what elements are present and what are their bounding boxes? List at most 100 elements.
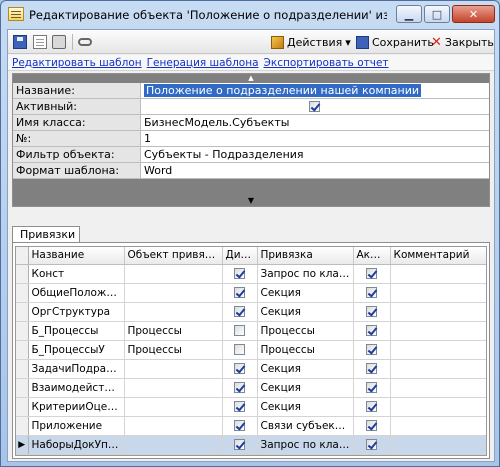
cell-active[interactable]: [353, 397, 391, 417]
cell-comment[interactable]: [390, 340, 486, 360]
cell-name[interactable]: Б_ПроцессыУ: [28, 340, 125, 360]
cell-comment[interactable]: [390, 359, 486, 379]
cell-dynamic[interactable]: [222, 454, 258, 455]
table-row[interactable]: ЗадачиПодразде... Секция: [16, 359, 486, 379]
property-value[interactable]: Положение о подразделении нашей компании: [141, 83, 489, 98]
cell-name[interactable]: КритерииОценки: [28, 397, 125, 417]
column-header-object[interactable]: Объект привязки: [124, 247, 223, 265]
cell-binding[interactable]: Секция: [257, 359, 354, 379]
dynamic-checkbox[interactable]: [234, 401, 245, 412]
active-checkbox[interactable]: [366, 325, 377, 336]
active-checkbox[interactable]: [366, 268, 377, 279]
cell-active[interactable]: [353, 283, 391, 303]
active-checkbox[interactable]: [366, 363, 377, 374]
cell-dynamic[interactable]: [222, 435, 258, 455]
cell-binding[interactable]: [257, 454, 354, 455]
row-header[interactable]: [16, 416, 29, 436]
column-header-binding[interactable]: Привязка: [257, 247, 354, 265]
link-icon[interactable]: [78, 38, 92, 46]
export-report-link[interactable]: Экспортировать отчет: [264, 57, 389, 69]
table-row[interactable]: Б_ПроцессыУ Процессы Процессы: [16, 340, 486, 360]
cell-object[interactable]: [124, 359, 223, 379]
table-row[interactable]: Приложение Связи субъекта п...: [16, 416, 486, 436]
cell-active[interactable]: [353, 454, 391, 455]
table-row[interactable]: Б_Процессы Процессы Процессы: [16, 321, 486, 341]
table-row[interactable]: КритерииОценки Секция: [16, 397, 486, 417]
dynamic-checkbox[interactable]: [234, 325, 245, 336]
edit-template-link[interactable]: Редактировать шаблон: [12, 57, 142, 69]
row-header[interactable]: [16, 302, 29, 322]
close-button[interactable]: ✕ Закрыть: [431, 34, 494, 51]
cell-object[interactable]: Процессы: [124, 321, 223, 341]
cell-comment[interactable]: [390, 416, 486, 436]
print-icon[interactable]: [52, 35, 66, 49]
cell-comment[interactable]: [390, 264, 486, 284]
cell-comment[interactable]: [390, 378, 486, 398]
dynamic-checkbox[interactable]: [234, 363, 245, 374]
actions-button[interactable]: Действия ▾: [271, 34, 351, 51]
cell-name[interactable]: Приложение: [28, 416, 125, 436]
cell-dynamic[interactable]: [222, 416, 258, 436]
cell-object[interactable]: [124, 264, 223, 284]
cell-comment[interactable]: [390, 454, 486, 455]
cell-binding[interactable]: Процессы: [257, 321, 354, 341]
table-row[interactable]: Взаимодействие Секция: [16, 378, 486, 398]
dynamic-checkbox[interactable]: [234, 439, 245, 450]
table-row[interactable]: ▶НаборыДокУпрІd... Запрос по классу...: [16, 435, 486, 455]
active-checkbox[interactable]: [366, 439, 377, 450]
cell-comment[interactable]: [390, 302, 486, 322]
cell-active[interactable]: [353, 340, 391, 360]
property-value[interactable]: [141, 99, 489, 114]
column-header-comment[interactable]: Комментарий: [390, 247, 486, 265]
cell-comment[interactable]: [390, 283, 486, 303]
cell-active[interactable]: [353, 264, 391, 284]
dynamic-checkbox[interactable]: [234, 344, 245, 355]
cell-name[interactable]: Взаимодействие: [28, 378, 125, 398]
cell-binding[interactable]: Запрос по классу...: [257, 264, 354, 284]
active-checkbox[interactable]: [309, 101, 320, 112]
tab-bindings[interactable]: Привязки: [12, 226, 80, 243]
cell-binding[interactable]: Процессы: [257, 340, 354, 360]
cell-binding[interactable]: Секция: [257, 397, 354, 417]
active-checkbox[interactable]: [366, 382, 377, 393]
cell-dynamic[interactable]: [222, 283, 258, 303]
cell-dynamic[interactable]: [222, 359, 258, 379]
cell-dynamic[interactable]: [222, 397, 258, 417]
dynamic-checkbox[interactable]: [234, 287, 245, 298]
cell-object[interactable]: [124, 435, 223, 455]
cell-name[interactable]: Б_Процессы: [28, 321, 125, 341]
window-close-button[interactable]: ✕: [452, 5, 495, 23]
minimize-button[interactable]: ▁: [396, 5, 422, 23]
cell-dynamic[interactable]: [222, 340, 258, 360]
active-checkbox[interactable]: [366, 306, 377, 317]
row-header[interactable]: [16, 397, 29, 417]
cell-name[interactable]: НаборыДокУпрІd...: [28, 435, 125, 455]
property-scroll-up[interactable]: ▲: [13, 74, 489, 83]
splitter[interactable]: [8, 209, 494, 223]
maximize-button[interactable]: □: [424, 5, 450, 23]
dynamic-checkbox[interactable]: [234, 382, 245, 393]
row-header[interactable]: [16, 340, 29, 360]
dynamic-checkbox[interactable]: [234, 420, 245, 431]
row-header[interactable]: [16, 264, 29, 284]
save-icon[interactable]: [13, 35, 27, 49]
cell-object[interactable]: [124, 454, 223, 455]
table-row[interactable]: ОргСтруктура Секция: [16, 302, 486, 322]
row-header[interactable]: ▶: [16, 435, 29, 455]
cell-dynamic[interactable]: [222, 378, 258, 398]
row-header[interactable]: [16, 378, 29, 398]
document-icon[interactable]: [33, 35, 47, 49]
dynamic-checkbox[interactable]: [234, 268, 245, 279]
cell-name[interactable]: [28, 454, 125, 455]
active-checkbox[interactable]: [366, 287, 377, 298]
cell-binding[interactable]: Секция: [257, 378, 354, 398]
row-header[interactable]: [16, 283, 29, 303]
cell-object[interactable]: [124, 302, 223, 322]
cell-binding[interactable]: Связи субъекта п...: [257, 416, 354, 436]
cell-active[interactable]: [353, 435, 391, 455]
cell-object[interactable]: [124, 416, 223, 436]
property-value[interactable]: Субъекты - Подразделения: [141, 147, 489, 162]
cell-active[interactable]: [353, 302, 391, 322]
table-row[interactable]: ОбщиеПоложения Секция: [16, 283, 486, 303]
cell-active[interactable]: [353, 416, 391, 436]
